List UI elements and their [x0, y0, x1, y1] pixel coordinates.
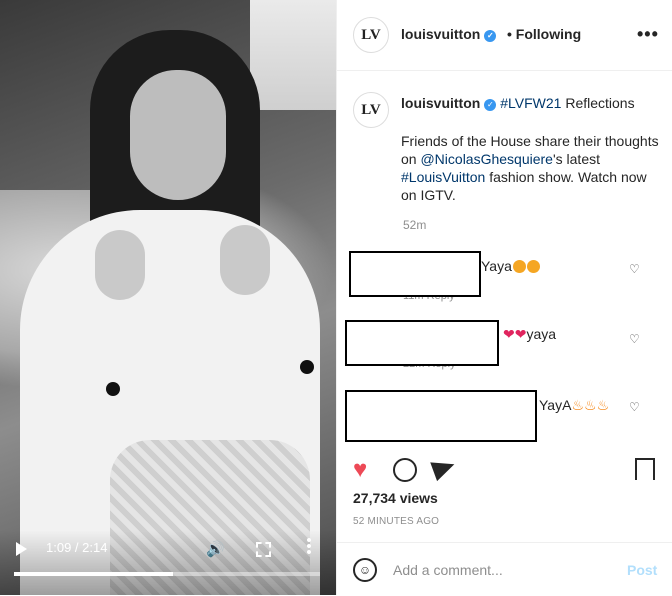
header-username-text[interactable]: louisvuitton [401, 26, 480, 42]
separator-dot: • [507, 26, 512, 42]
verified-icon: ✓ [484, 99, 497, 111]
fire-emoji: ♨ [571, 397, 584, 413]
header-username[interactable]: louisvuitton ✓ [401, 26, 497, 42]
comment-text: ❤❤yaya [503, 326, 556, 343]
post-header: LV louisvuitton ✓ • Following ••• [337, 0, 672, 71]
add-comment-bar: ☺ Add a comment... Post [337, 542, 672, 596]
background-lamp [250, 0, 336, 110]
view-count[interactable]: 27,734 views [353, 490, 438, 506]
following-label[interactable]: Following [516, 26, 581, 42]
comment-like-icon[interactable]: ♡ [629, 332, 640, 346]
person-hand-left [95, 230, 145, 300]
red-heart-emoji: ❤ [503, 326, 515, 342]
bookmark-icon[interactable] [635, 458, 655, 480]
play-icon[interactable] [16, 542, 27, 556]
person-face [130, 70, 226, 200]
comment-text: Yaya [481, 258, 540, 274]
comment-text-value: yaya [526, 326, 557, 342]
video-progress-bar[interactable] [14, 572, 320, 576]
avatar[interactable]: LV [353, 17, 389, 53]
heart-eyes-emoji [526, 260, 540, 273]
video-controls: 1:09 / 2:14 🔊 • • • [0, 530, 336, 595]
redacted-comment-author [349, 251, 481, 297]
heart-eyes-emoji [512, 260, 526, 273]
post-button[interactable]: Post [627, 562, 657, 578]
comment-input[interactable]: Add a comment... [393, 562, 503, 578]
video-player[interactable]: 1:09 / 2:14 🔊 • • • [0, 0, 336, 595]
video-progress-fill [14, 572, 174, 576]
jacket-button [300, 360, 314, 374]
heart-filled-icon[interactable]: ♥ [353, 456, 367, 484]
redacted-comment-author [345, 390, 537, 442]
fullscreen-icon[interactable] [256, 542, 271, 557]
comment-icon[interactable] [393, 458, 417, 482]
video-more-icon[interactable]: • • • [306, 533, 312, 560]
verified-icon: ✓ [484, 30, 497, 42]
comment-like-icon[interactable]: ♡ [629, 262, 640, 276]
post-caption: louisvuitton ✓ #LVFW21 Reflections Friend… [401, 94, 663, 204]
send-icon[interactable] [430, 454, 458, 482]
mention-link[interactable]: @NicolasGhesquiere [420, 151, 553, 167]
red-heart-emoji: ❤ [514, 326, 527, 342]
post-timestamp: 52 MINUTES AGO [353, 516, 440, 527]
hashtag-louisvuitton[interactable]: #LouisVuitton [401, 169, 485, 185]
comment-text-value: Yaya [481, 258, 512, 274]
more-options-icon[interactable]: ••• [637, 24, 659, 45]
comment-text: YayA♨♨♨ [539, 397, 609, 414]
caption-avatar[interactable]: LV [353, 92, 389, 128]
caption-line-1: louisvuitton ✓ #LVFW21 Reflections [401, 94, 663, 112]
comment-text-value: YayA [539, 397, 572, 413]
caption-username[interactable]: louisvuitton [401, 95, 480, 111]
fire-emoji: ♨ [584, 397, 597, 413]
instagram-post: 1:09 / 2:14 🔊 • • • LV louisvuitton ✓ • Fol… [0, 0, 672, 595]
caption-text: 's latest [552, 151, 600, 167]
jacket-button [106, 382, 120, 396]
caption-time: 52m [403, 218, 427, 232]
volume-icon[interactable]: 🔊 [206, 540, 225, 558]
caption-title: Reflections [561, 95, 635, 111]
caption-body: Friends of the House share their thought… [401, 132, 663, 204]
video-time: 1:09 / 2:14 [46, 540, 108, 555]
post-panel: LV louisvuitton ✓ • Following ••• LV loui… [336, 0, 672, 595]
fire-emoji: ♨ [596, 397, 610, 413]
comment-like-icon[interactable]: ♡ [629, 400, 640, 414]
redacted-comment-author [345, 320, 499, 366]
following-button[interactable]: • Following [507, 26, 581, 42]
person-hand-right [220, 225, 270, 295]
hashtag-lvfw21[interactable]: #LVFW21 [500, 95, 561, 111]
emoji-icon[interactable]: ☺ [353, 558, 377, 582]
